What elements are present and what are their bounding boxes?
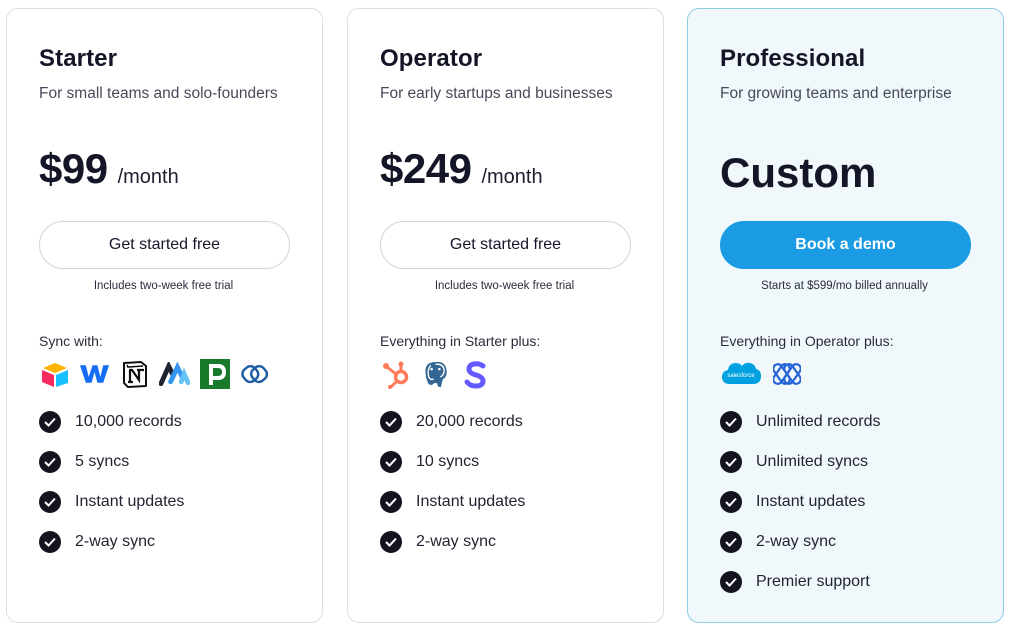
feature-text: 5 syncs: [75, 453, 130, 470]
plan-price-custom: Custom: [720, 149, 877, 196]
feature-item: 2-way sync: [380, 522, 525, 562]
webflow-icon: [79, 358, 110, 389]
salesforce-icon: salesforce: [720, 358, 762, 389]
airtable-icon: [39, 358, 70, 389]
check-icon: [39, 531, 61, 553]
get-started-button[interactable]: Get started free: [39, 221, 290, 269]
sync-label: Everything in Operator plus:: [720, 333, 894, 349]
check-icon: [380, 411, 402, 433]
plan-subtitle: For small teams and solo-founders: [39, 85, 278, 102]
dynamics-icon: [771, 358, 802, 389]
feature-text: 2-way sync: [75, 533, 156, 550]
feature-item: Unlimited records: [720, 402, 880, 442]
feature-text: Unlimited records: [756, 413, 881, 430]
plan-card-starter: Starter For small teams and solo-founder…: [6, 8, 323, 623]
price-period: /month: [481, 166, 543, 188]
sync-label: Everything in Starter plus:: [380, 333, 541, 349]
feature-text: 10,000 records: [75, 413, 182, 430]
integration-logos: salesforce: [720, 358, 802, 389]
feature-item: 2-way sync: [39, 522, 184, 562]
book-demo-button[interactable]: Book a demo: [720, 221, 971, 269]
check-icon: [720, 491, 742, 513]
feature-item: 10,000 records: [39, 402, 184, 442]
plan-price: $99 /month: [39, 145, 179, 193]
check-icon: [39, 411, 61, 433]
check-icon: [720, 451, 742, 473]
pipedrive-icon: [199, 358, 230, 389]
check-icon: [720, 571, 742, 593]
feature-item: Instant updates: [720, 482, 880, 522]
feature-list: 10,000 records 5 syncs Instant updates 2…: [39, 402, 184, 562]
feature-item: 20,000 records: [380, 402, 525, 442]
feature-item: Premier support: [720, 562, 880, 602]
feature-text: Instant updates: [416, 493, 526, 510]
trial-note: Includes two-week free trial: [434, 280, 575, 292]
postgresql-icon: [420, 358, 451, 389]
check-icon: [380, 531, 402, 553]
plan-title: Starter: [39, 45, 118, 72]
plan-title: Professional: [720, 45, 866, 72]
check-icon: [380, 451, 402, 473]
plan-title: Operator: [380, 45, 483, 72]
check-icon: [39, 451, 61, 473]
feature-item: Instant updates: [380, 482, 525, 522]
plan-price: $249 /month: [380, 145, 543, 193]
billing-note: Starts at $599/mo billed annually: [761, 280, 928, 292]
memberstack-icon: [159, 358, 190, 389]
plan-subtitle: For growing teams and enterprise: [720, 85, 952, 102]
hubspot-icon: [380, 358, 411, 389]
stripe-icon: [460, 358, 491, 389]
feature-text: Instant updates: [75, 493, 185, 510]
price-amount: $249: [380, 145, 472, 192]
feature-text: 20,000 records: [416, 413, 523, 430]
feature-item: 10 syncs: [380, 442, 525, 482]
check-icon: [720, 411, 742, 433]
plan-card-operator: Operator For early startups and business…: [347, 8, 664, 623]
plan-subtitle: For early startups and businesses: [380, 85, 613, 102]
integration-logos: [380, 358, 491, 389]
feature-item: Unlimited syncs: [720, 442, 880, 482]
salesforce-logo-text: salesforce: [727, 373, 755, 379]
feature-text: Instant updates: [756, 493, 866, 510]
check-icon: [720, 531, 742, 553]
trial-note: Includes two-week free trial: [93, 280, 234, 292]
check-icon: [380, 491, 402, 513]
integration-logos: [39, 358, 270, 389]
feature-list: Unlimited records Unlimited syncs Instan…: [720, 402, 880, 602]
feature-list: 20,000 records 10 syncs Instant updates …: [380, 402, 525, 562]
feature-item: 2-way sync: [720, 522, 880, 562]
sync-label: Sync with:: [39, 333, 103, 349]
feature-text: 2-way sync: [756, 533, 837, 550]
check-icon: [39, 491, 61, 513]
get-started-button[interactable]: Get started free: [380, 221, 631, 269]
feature-text: Premier support: [756, 573, 870, 590]
feature-text: Unlimited syncs: [756, 453, 869, 470]
plan-card-professional: Professional For growing teams and enter…: [687, 8, 1004, 623]
price-amount: $99: [39, 145, 108, 192]
feature-text: 10 syncs: [416, 453, 480, 470]
zoho-icon: [239, 358, 270, 389]
feature-text: 2-way sync: [416, 533, 497, 550]
feature-item: 5 syncs: [39, 442, 184, 482]
price-period: /month: [117, 166, 179, 188]
notion-icon: [119, 358, 150, 389]
feature-item: Instant updates: [39, 482, 184, 522]
